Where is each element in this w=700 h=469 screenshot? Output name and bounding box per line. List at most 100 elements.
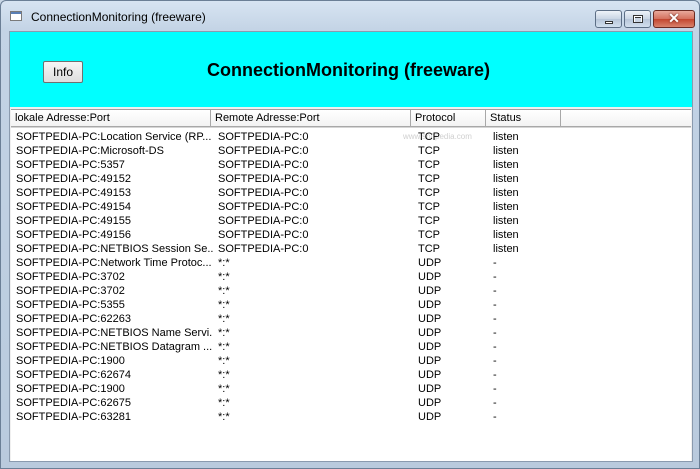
- maximize-button[interactable]: [624, 10, 651, 28]
- cell-status: listen: [493, 201, 519, 213]
- table-row[interactable]: SOFTPEDIA-PC:49154 SOFTPEDIA-PC:0 TCP liste…: [11, 200, 691, 214]
- cell-remote-address: *:*: [218, 271, 230, 283]
- cell-protocol: TCP: [418, 173, 440, 185]
- list-body: SOFTPEDIA-PC:Location Service (RP... SOFT…: [11, 130, 691, 424]
- table-row[interactable]: SOFTPEDIA-PC:63281 *:* UDP -: [11, 410, 691, 424]
- banner-title: ConnectionMonitoring (freeware): [207, 60, 490, 80]
- cell-status: -: [493, 271, 497, 283]
- column-header-remote[interactable]: Remote Adresse:Port: [211, 110, 411, 127]
- table-row[interactable]: SOFTPEDIA-PC:49156 SOFTPEDIA-PC:0 TCP liste…: [11, 228, 691, 242]
- window-title: ConnectionMonitoring (freeware): [31, 10, 206, 24]
- cell-protocol: UDP: [418, 327, 442, 339]
- cell-status: -: [493, 341, 497, 353]
- cell-protocol: UDP: [418, 341, 442, 353]
- cell-status: -: [493, 397, 497, 409]
- cell-local-address: SOFTPEDIA-PC:NETBIOS Datagram ...: [16, 341, 213, 353]
- cell-local-address: SOFTPEDIA-PC:1900: [16, 383, 125, 395]
- client-area: Info ConnectionMonitoring (freeware) SOF…: [9, 31, 693, 462]
- cell-remote-address: *:*: [218, 397, 230, 409]
- table-row[interactable]: SOFTPEDIA-PC:NETBIOS Session Se... SOFTPE…: [11, 242, 691, 256]
- cell-protocol: UDP: [418, 313, 442, 325]
- cell-local-address: SOFTPEDIA-PC:1900: [16, 355, 125, 367]
- cell-protocol: TCP: [418, 145, 440, 157]
- cell-remote-address: *:*: [218, 299, 230, 311]
- table-row[interactable]: SOFTPEDIA-PC:62674 *:* UDP -: [11, 368, 691, 382]
- table-row[interactable]: SOFTPEDIA-PC:Network Time Protoc... *:* UD…: [11, 256, 691, 270]
- table-row[interactable]: SOFTPEDIA-PC:NETBIOS Datagram ... *:* UDP -: [11, 340, 691, 354]
- cell-status: -: [493, 299, 497, 311]
- cell-protocol: TCP: [418, 131, 440, 143]
- cell-remote-address: SOFTPEDIA-PC:0: [218, 159, 309, 171]
- table-row[interactable]: SOFTPEDIA-PC:5355 *:* UDP -: [11, 298, 691, 312]
- close-icon: ✕: [668, 10, 680, 26]
- table-row[interactable]: SOFTPEDIA-PC:49155 SOFTPEDIA-PC:0 TCP liste…: [11, 214, 691, 228]
- header-banner: Info ConnectionMonitoring (freeware): [10, 32, 692, 107]
- cell-remote-address: SOFTPEDIA-PC:0: [218, 201, 309, 213]
- cell-local-address: SOFTPEDIA-PC:49152: [16, 173, 131, 185]
- table-row[interactable]: SOFTPEDIA-PC:49152 SOFTPEDIA-PC:0 TCP liste…: [11, 172, 691, 186]
- cell-status: listen: [493, 187, 519, 199]
- maximize-icon: [633, 15, 643, 23]
- table-row[interactable]: SOFTPEDIA-PC:1900 *:* UDP -: [11, 382, 691, 396]
- cell-status: listen: [493, 215, 519, 227]
- cell-local-address: SOFTPEDIA-PC:NETBIOS Session Se...: [16, 243, 213, 255]
- cell-status: listen: [493, 131, 519, 143]
- cell-remote-address: *:*: [218, 257, 230, 269]
- list-header: lokale Adresse:Port Remote Adresse:Port …: [11, 110, 691, 128]
- cell-local-address: SOFTPEDIA-PC:62263: [16, 313, 131, 325]
- table-row[interactable]: SOFTPEDIA-PC:1900 *:* UDP -: [11, 354, 691, 368]
- column-header-local[interactable]: lokale Adresse:Port: [11, 110, 211, 127]
- cell-remote-address: SOFTPEDIA-PC:0: [218, 187, 309, 199]
- minimize-button[interactable]: [595, 10, 622, 28]
- table-row[interactable]: SOFTPEDIA-PC:Microsoft-DS SOFTPEDIA-PC:0 T…: [11, 144, 691, 158]
- title-bar[interactable]: ConnectionMonitoring (freeware) ✕: [1, 1, 699, 31]
- cell-local-address: SOFTPEDIA-PC:Microsoft-DS: [16, 145, 164, 157]
- cell-protocol: TCP: [418, 243, 440, 255]
- cell-local-address: SOFTPEDIA-PC:49156: [16, 229, 131, 241]
- cell-status: -: [493, 411, 497, 423]
- cell-protocol: UDP: [418, 257, 442, 269]
- cell-protocol: TCP: [418, 229, 440, 241]
- cell-remote-address: *:*: [218, 411, 230, 423]
- cell-local-address: SOFTPEDIA-PC:62675: [16, 397, 131, 409]
- info-button[interactable]: Info: [43, 61, 83, 83]
- table-row[interactable]: SOFTPEDIA-PC:62675 *:* UDP -: [11, 396, 691, 410]
- cell-status: -: [493, 257, 497, 269]
- table-row[interactable]: SOFTPEDIA-PC:62263 *:* UDP -: [11, 312, 691, 326]
- cell-remote-address: *:*: [218, 313, 230, 325]
- table-row[interactable]: SOFTPEDIA-PC:3702 *:* UDP -: [11, 270, 691, 284]
- table-row[interactable]: SOFTPEDIA-PC:5357 SOFTPEDIA-PC:0 TCP listen: [11, 158, 691, 172]
- cell-local-address: SOFTPEDIA-PC:5357: [16, 159, 125, 171]
- cell-protocol: UDP: [418, 397, 442, 409]
- column-header-protocol[interactable]: Protocol: [411, 110, 486, 127]
- cell-remote-address: SOFTPEDIA-PC:0: [218, 215, 309, 227]
- cell-remote-address: SOFTPEDIA-PC:0: [218, 145, 309, 157]
- cell-protocol: TCP: [418, 159, 440, 171]
- cell-local-address: SOFTPEDIA-PC:Network Time Protoc...: [16, 257, 212, 269]
- cell-local-address: SOFTPEDIA-PC:Location Service (RP...: [16, 131, 212, 143]
- table-row[interactable]: SOFTPEDIA-PC:NETBIOS Name Servi... *:* UDP…: [11, 326, 691, 340]
- app-window: ConnectionMonitoring (freeware) ✕ Info C…: [0, 0, 700, 469]
- close-button[interactable]: ✕: [653, 10, 695, 28]
- table-row[interactable]: SOFTPEDIA-PC:3702 *:* UDP -: [11, 284, 691, 298]
- column-header-status[interactable]: Status: [486, 110, 561, 127]
- cell-protocol: UDP: [418, 411, 442, 423]
- cell-status: listen: [493, 159, 519, 171]
- cell-local-address: SOFTPEDIA-PC:63281: [16, 411, 131, 423]
- cell-remote-address: *:*: [218, 383, 230, 395]
- cell-local-address: SOFTPEDIA-PC:49153: [16, 187, 131, 199]
- table-row[interactable]: SOFTPEDIA-PC:Location Service (RP... SOFT…: [11, 130, 691, 144]
- cell-remote-address: *:*: [218, 369, 230, 381]
- window-app-icon[interactable]: [10, 11, 22, 21]
- cell-protocol: UDP: [418, 383, 442, 395]
- cell-protocol: TCP: [418, 187, 440, 199]
- table-row[interactable]: SOFTPEDIA-PC:49153 SOFTPEDIA-PC:0 TCP liste…: [11, 186, 691, 200]
- cell-local-address: SOFTPEDIA-PC:49155: [16, 215, 131, 227]
- minimize-icon: [605, 21, 613, 24]
- cell-local-address: SOFTPEDIA-PC:3702: [16, 285, 125, 297]
- cell-local-address: SOFTPEDIA-PC:62674: [16, 369, 131, 381]
- cell-protocol: UDP: [418, 285, 442, 297]
- connections-list[interactable]: SOFTPEDIA www.softpedia.com lokale Adres…: [11, 109, 691, 461]
- cell-protocol: UDP: [418, 369, 442, 381]
- cell-local-address: SOFTPEDIA-PC:49154: [16, 201, 131, 213]
